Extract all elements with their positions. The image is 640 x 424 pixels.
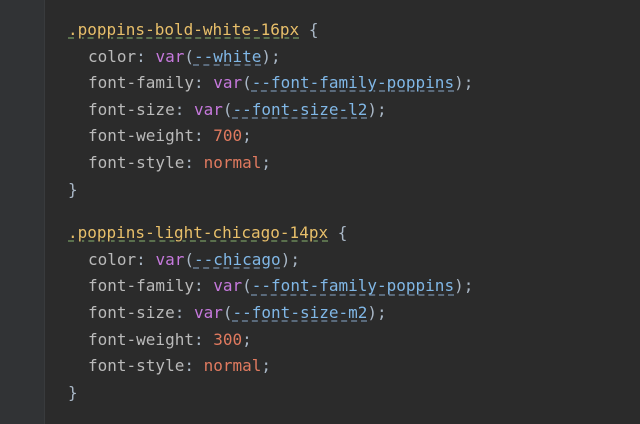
css-property: color bbox=[88, 249, 137, 269]
editor-gutter bbox=[0, 0, 45, 424]
open-brace: { bbox=[299, 20, 319, 39]
code-line-declaration: font-weight: 300; bbox=[88, 329, 252, 349]
css-variable[interactable]: --font-size-l2 bbox=[233, 100, 368, 119]
css-function: var bbox=[155, 46, 185, 66]
code-line-declaration: color: var(--chicago); bbox=[88, 249, 300, 269]
css-selector[interactable]: .poppins-bold-white-16px bbox=[68, 20, 299, 39]
css-function: var bbox=[213, 276, 243, 296]
css-function: var bbox=[213, 73, 243, 93]
code-line-declaration: font-weight: 700; bbox=[88, 126, 252, 146]
css-property: font-size bbox=[88, 99, 175, 119]
css-variable[interactable]: --chicago bbox=[194, 250, 281, 269]
css-property: font-style bbox=[88, 152, 185, 172]
css-keyword-value: normal bbox=[203, 356, 262, 376]
css-property: font-size bbox=[88, 302, 175, 322]
css-number-value: 700 bbox=[213, 126, 243, 146]
css-function: var bbox=[155, 249, 185, 269]
css-property: font-family bbox=[88, 276, 194, 296]
css-number-value: 300 bbox=[213, 329, 243, 349]
code-line-close: } bbox=[68, 380, 640, 407]
css-property: font-family bbox=[88, 73, 194, 93]
css-property: font-weight bbox=[88, 126, 194, 146]
code-line-declaration: font-family: var(--font-family-poppins); bbox=[88, 276, 474, 296]
open-brace: { bbox=[328, 223, 348, 243]
close-brace: } bbox=[68, 179, 78, 199]
css-variable[interactable]: --font-family-poppins bbox=[252, 276, 454, 295]
close-brace: } bbox=[68, 382, 78, 402]
code-line-declaration: color: var(--white); bbox=[88, 46, 281, 66]
code-line-declaration: font-size: var(--font-size-l2); bbox=[88, 99, 387, 119]
css-selector[interactable]: .poppins-light-chicago-14px bbox=[68, 223, 328, 242]
code-line-selector: .poppins-light-chicago-14px { bbox=[68, 220, 640, 247]
code-line-close: } bbox=[68, 177, 640, 204]
code-area[interactable]: .poppins-bold-white-16px { color: var(--… bbox=[68, 17, 640, 406]
code-line-declaration: font-style: normal; bbox=[88, 152, 272, 172]
code-editor[interactable]: .poppins-bold-white-16px { color: var(--… bbox=[0, 0, 640, 424]
code-line-declaration: font-size: var(--font-size-m2); bbox=[88, 302, 387, 322]
css-variable[interactable]: --font-size-m2 bbox=[233, 303, 368, 322]
css-property: font-style bbox=[88, 356, 185, 376]
css-keyword-value: normal bbox=[203, 152, 262, 172]
code-line-declaration: font-family: var(--font-family-poppins); bbox=[88, 73, 474, 93]
css-property: font-weight bbox=[88, 329, 194, 349]
css-function: var bbox=[193, 302, 223, 322]
css-variable[interactable]: --white bbox=[194, 47, 261, 66]
css-property: color bbox=[88, 46, 137, 66]
css-variable[interactable]: --font-family-poppins bbox=[252, 73, 454, 92]
css-function: var bbox=[193, 99, 223, 119]
code-line-selector: .poppins-bold-white-16px { bbox=[68, 17, 640, 44]
code-line-declaration: font-style: normal; bbox=[88, 356, 272, 376]
